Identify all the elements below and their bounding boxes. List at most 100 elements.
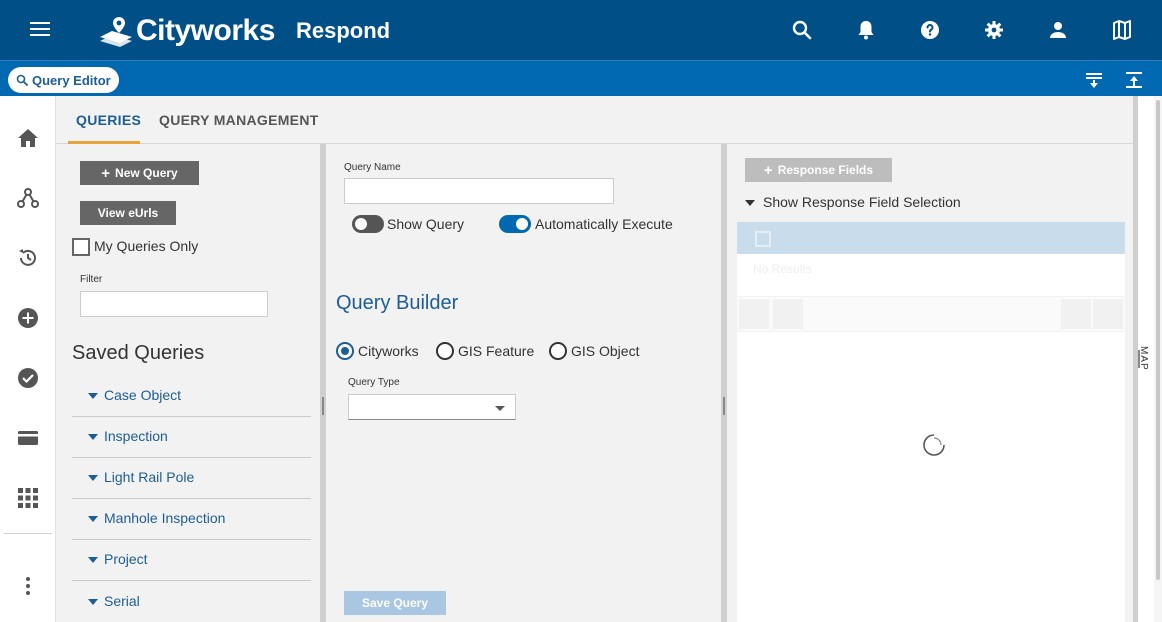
- add-circle-icon[interactable]: [16, 306, 40, 330]
- tab-queries[interactable]: QUERIES: [68, 112, 141, 144]
- auto-execute-label: Automatically Execute: [535, 216, 673, 232]
- map-icon[interactable]: [1110, 18, 1134, 42]
- radio-gis-object-label: GIS Object: [571, 343, 640, 359]
- splitter-grip: [322, 397, 324, 415]
- sub-toolbar: Query Editor: [0, 60, 1162, 96]
- saved-query-item[interactable]: Serial: [72, 582, 311, 622]
- menu-icon[interactable]: [30, 22, 50, 38]
- saved-query-label: Case Object: [104, 387, 182, 403]
- filter-label: Filter: [80, 274, 103, 285]
- saved-query-label: Project: [104, 551, 148, 567]
- show-query-label: Show Query: [387, 216, 465, 232]
- radio-gis-feature[interactable]: [436, 342, 454, 360]
- plus-icon: +: [763, 161, 773, 179]
- radio-cityworks[interactable]: [336, 342, 354, 360]
- collapse-up-icon[interactable]: [1124, 70, 1144, 90]
- query-name-label: Query Name: [344, 162, 401, 173]
- saved-query-item[interactable]: Case Object: [72, 376, 311, 417]
- tab-query-management[interactable]: QUERY MANAGEMENT: [159, 112, 319, 144]
- show-response-field-selection[interactable]: Show Response Field Selection: [745, 194, 961, 210]
- apps-grid-icon[interactable]: [16, 486, 40, 510]
- app-title: Respond: [296, 18, 391, 43]
- chevron-down-icon: [495, 406, 505, 411]
- tab-bar: QUERIES QUERY MANAGEMENT: [56, 96, 1133, 144]
- help-icon[interactable]: [918, 18, 942, 42]
- query-name-input[interactable]: [344, 178, 614, 204]
- gear-icon[interactable]: [982, 18, 1006, 42]
- plus-icon: +: [101, 164, 111, 182]
- bell-icon[interactable]: [854, 18, 878, 42]
- my-queries-only-checkbox[interactable]: [72, 238, 90, 256]
- new-query-button[interactable]: + New Query: [80, 161, 199, 185]
- refresh-icon[interactable]: [1061, 299, 1091, 329]
- filter-input[interactable]: [80, 291, 268, 317]
- caret-down-icon: [745, 200, 755, 207]
- panel-splitter[interactable]: [721, 144, 727, 622]
- show-query-toggle[interactable]: [352, 215, 384, 233]
- panel-splitter[interactable]: [320, 144, 326, 622]
- query-type-select[interactable]: [348, 394, 516, 420]
- caret-down-icon: [88, 393, 98, 399]
- saved-query-item[interactable]: Manhole Inspection: [72, 499, 311, 540]
- loading-spinner-icon: [922, 433, 946, 457]
- saved-query-label: Serial: [104, 593, 140, 609]
- radio-cityworks-label: Cityworks: [358, 343, 419, 359]
- saved-query-item[interactable]: Project: [72, 540, 311, 581]
- toggle-knob: [516, 218, 528, 230]
- app-header: Cityworks Respond: [0, 0, 1162, 60]
- scrollbar[interactable]: [1154, 96, 1162, 622]
- query-type-label: Query Type: [348, 377, 400, 388]
- grid-header: [737, 222, 1125, 254]
- left-navigation: [0, 96, 56, 622]
- select-all-checkbox[interactable]: [755, 231, 771, 247]
- saved-query-label: Inspection: [104, 428, 168, 444]
- export-icon[interactable]: [739, 299, 769, 329]
- saved-query-label: Light Rail Pole: [104, 469, 195, 485]
- response-fields-button[interactable]: + Response Fields: [745, 158, 892, 182]
- no-results-text: No Results: [753, 262, 812, 276]
- view-eurls-button[interactable]: View eUrls: [80, 201, 176, 225]
- show-response-label: Show Response Field Selection: [763, 194, 961, 210]
- view-eurls-label: View eUrls: [97, 206, 159, 220]
- splitter-grip: [723, 397, 725, 415]
- logo-text: Cityworks: [136, 14, 275, 47]
- query-builder-title: Query Builder: [336, 292, 459, 314]
- results-grid: No Results: [737, 222, 1125, 622]
- cityworks-logo: Cityworks: [98, 14, 275, 48]
- user-icon[interactable]: [1046, 18, 1070, 42]
- collapse-down-icon[interactable]: [1084, 70, 1104, 90]
- saved-query-item[interactable]: Light Rail Pole: [72, 458, 311, 499]
- new-query-label: New Query: [115, 166, 178, 180]
- home-icon[interactable]: [16, 126, 40, 150]
- search-icon: [16, 74, 28, 86]
- columns-icon[interactable]: [773, 299, 803, 329]
- search-icon[interactable]: [790, 18, 814, 42]
- radio-gis-object[interactable]: [549, 342, 567, 360]
- toggle-knob: [355, 218, 367, 230]
- saved-query-item[interactable]: Inspection: [72, 417, 311, 458]
- history-icon[interactable]: [16, 246, 40, 270]
- card-icon[interactable]: [16, 426, 40, 450]
- caret-down-icon: [88, 516, 98, 522]
- cityworks-logo-icon: [100, 17, 132, 47]
- reload-icon[interactable]: [1093, 299, 1123, 329]
- save-query-button[interactable]: Save Query: [344, 591, 446, 615]
- map-label[interactable]: MAP: [1138, 346, 1149, 371]
- saved-query-label: Manhole Inspection: [104, 510, 226, 526]
- caret-down-icon: [88, 475, 98, 481]
- my-queries-only-label: My Queries Only: [94, 238, 199, 254]
- hierarchy-icon[interactable]: [16, 186, 40, 210]
- caret-down-icon: [88, 599, 98, 605]
- saved-queries-title: Saved Queries: [72, 342, 205, 364]
- caret-down-icon: [88, 434, 98, 440]
- main-content: QUERIES QUERY MANAGEMENT + New Query Vie…: [56, 96, 1133, 622]
- auto-execute-toggle[interactable]: [499, 215, 531, 233]
- query-editor-button[interactable]: Query Editor: [8, 67, 119, 93]
- check-circle-icon[interactable]: [16, 366, 40, 390]
- more-vertical-icon[interactable]: [16, 574, 40, 598]
- scrollbar-thumb[interactable]: [1156, 100, 1160, 580]
- query-editor-label: Query Editor: [32, 72, 111, 88]
- response-fields-label: Response Fields: [777, 163, 874, 177]
- nav-divider: [4, 533, 52, 534]
- grid-toolbar: [737, 296, 1125, 332]
